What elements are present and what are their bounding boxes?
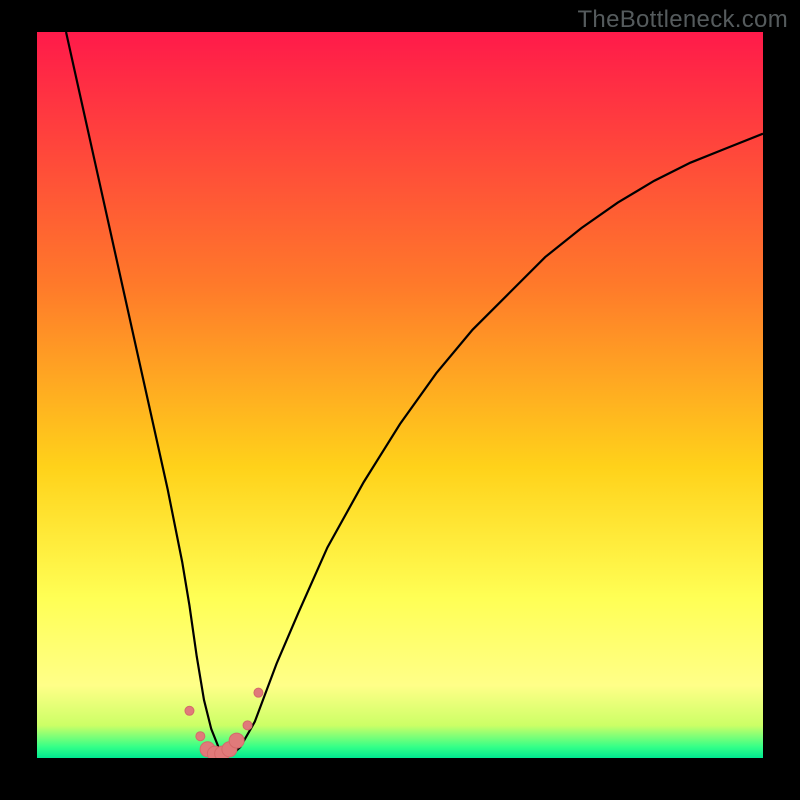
- watermark-text: TheBottleneck.com: [577, 6, 788, 34]
- marker-point: [185, 706, 194, 715]
- chart-stage: TheBottleneck.com: [0, 0, 800, 800]
- marker-point: [243, 721, 252, 730]
- marker-point: [254, 688, 263, 697]
- bottleneck-chart: [0, 0, 800, 800]
- marker-point: [229, 733, 244, 748]
- marker-point: [196, 732, 205, 741]
